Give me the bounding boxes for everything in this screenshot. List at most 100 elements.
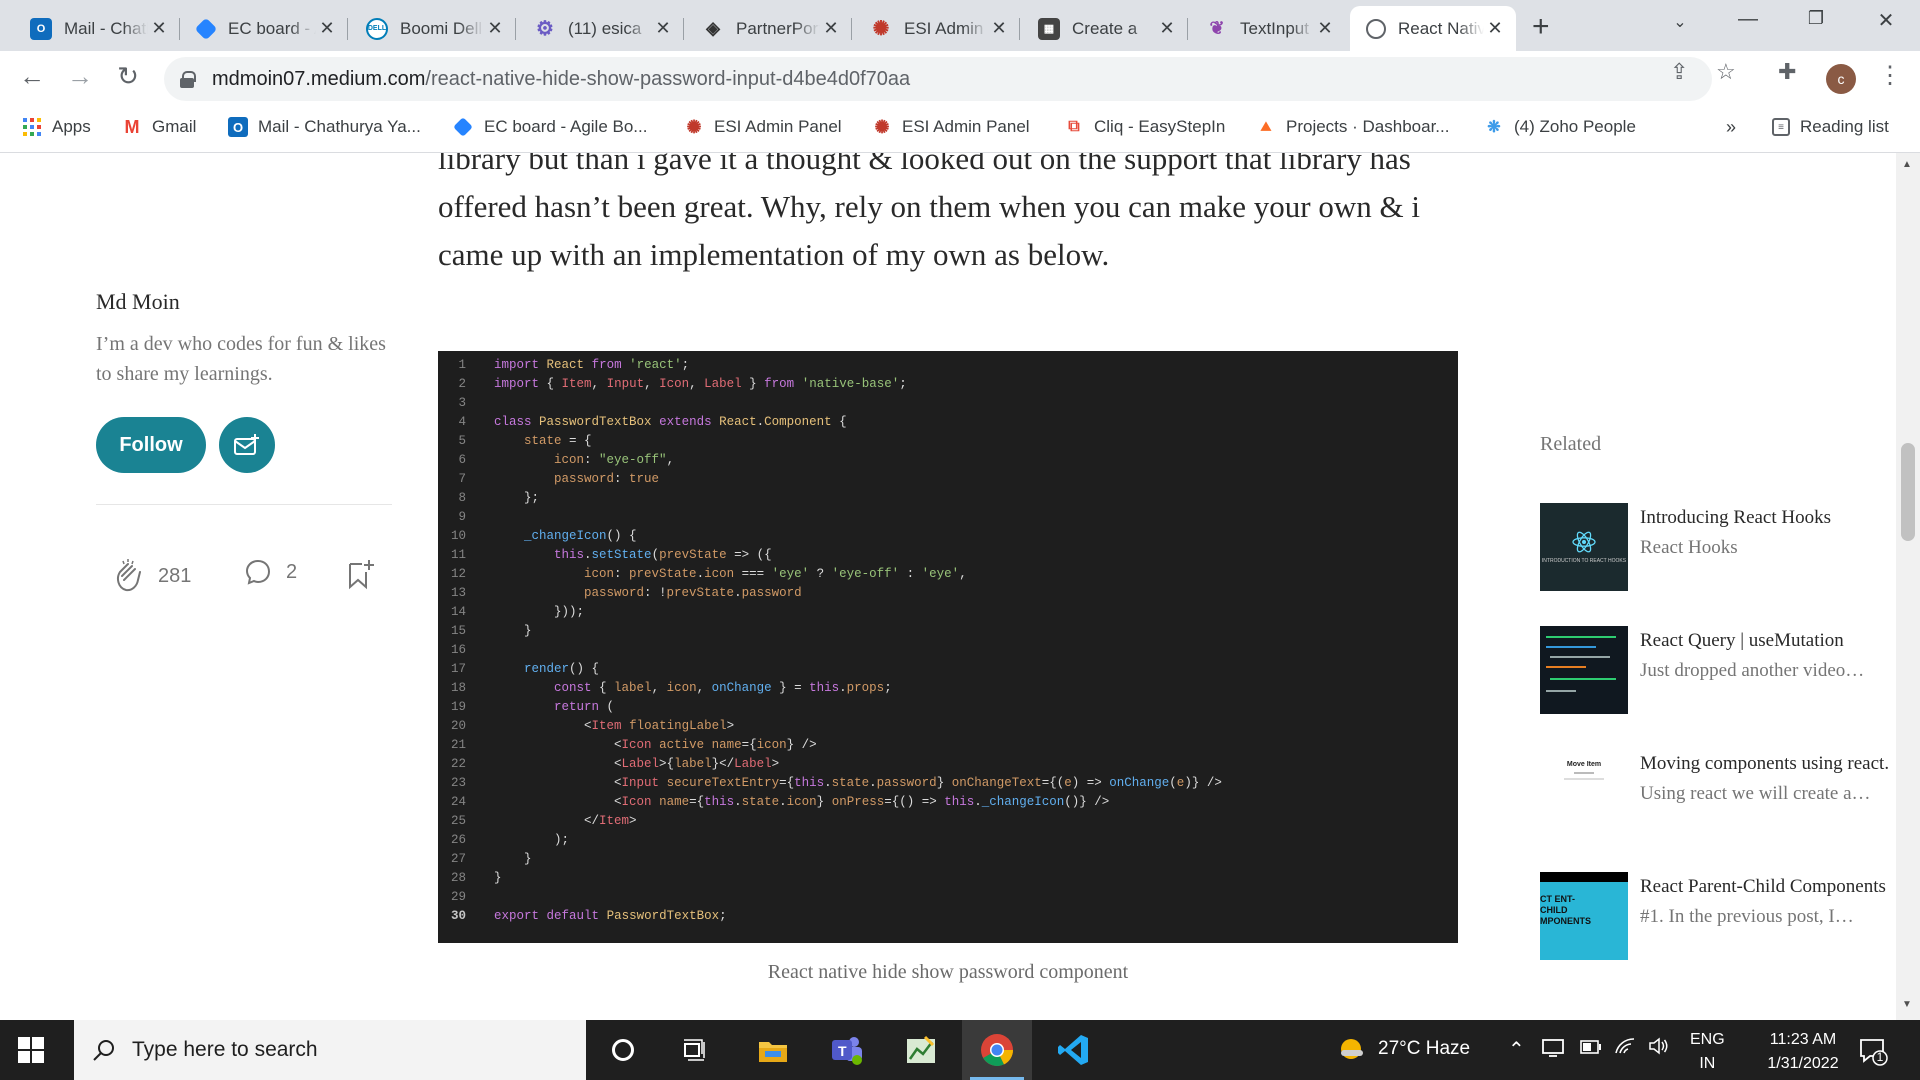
esi-icon: ✺ [686, 116, 702, 137]
comments-button[interactable]: 2 [244, 558, 297, 586]
bookmark-gmail[interactable]: M Gmail [122, 117, 197, 137]
chrome-icon[interactable] [962, 1020, 1032, 1080]
scroll-up-icon[interactable]: ▲ [1902, 159, 1912, 170]
volume-icon[interactable] [1648, 1037, 1670, 1061]
new-tab-button[interactable]: + [1532, 10, 1550, 44]
subscribe-button[interactable] [219, 417, 275, 473]
reading-list-button[interactable]: ≡ Reading list [1772, 117, 1889, 137]
tab-boomi[interactable]: DELL Boomi Dell ✕ [350, 6, 516, 51]
bookmark-apps[interactable]: Apps [22, 117, 91, 137]
system-clock[interactable]: 11:23 AM 1/31/2022 [1748, 1028, 1858, 1076]
bookmark-cliq[interactable]: ⧉ Cliq - EasyStepIn [1064, 117, 1225, 137]
back-arrow-icon[interactable]: ← [14, 61, 50, 92]
forward-arrow-icon[interactable]: → [62, 61, 98, 92]
tab-textinput[interactable]: ❦ TextInput ✕ [1190, 6, 1346, 51]
code-line: 6 icon: "eye-off", [438, 451, 1458, 470]
related-thumbnail[interactable]: Move Item [1540, 749, 1628, 837]
close-icon[interactable]: ✕ [1314, 18, 1336, 39]
bookmark-mail[interactable]: O Mail - Chathurya Ya... [228, 117, 421, 137]
close-icon[interactable]: ✕ [316, 18, 338, 39]
code-text: </Item> [494, 814, 637, 828]
tab-create[interactable]: ▦ Create a ✕ [1022, 6, 1188, 51]
tab-search-icon[interactable]: ⌄ [1660, 12, 1700, 32]
bookmarks-more-button[interactable]: » [1726, 117, 1736, 138]
bookmark-gitlab[interactable]: ⯅ Projects · Dashboar... [1256, 116, 1450, 137]
window-close-button[interactable]: ✕ [1866, 8, 1906, 33]
weather-widget[interactable]: 27°C Haze [1336, 1034, 1470, 1064]
vscode-icon[interactable] [1038, 1020, 1108, 1080]
extensions-puzzle-icon[interactable]: ✚ [1778, 59, 1796, 85]
share-icon[interactable]: ⇪ [1670, 59, 1688, 85]
bookmark-zoho[interactable]: ❋ (4) Zoho People [1484, 117, 1636, 137]
related-thumbnail[interactable]: CT ENT-CHILD MPONENTS [1540, 872, 1628, 960]
tab-mail[interactable]: O Mail - Chathurya ✕ [14, 6, 180, 51]
clap-button[interactable]: 281 [110, 558, 191, 594]
react-logo-icon [1572, 531, 1596, 553]
scrollbar-thumb[interactable] [1901, 443, 1915, 541]
save-bookmark-button[interactable] [346, 558, 376, 590]
close-icon[interactable]: ✕ [484, 18, 506, 39]
tab-react-native[interactable]: React Native ✕ [1350, 6, 1516, 51]
author-name[interactable]: Md Moin [96, 289, 180, 315]
gitlab-icon: ⯅ [1258, 116, 1274, 137]
related-title[interactable]: React Query | useMutation [1640, 626, 1890, 656]
related-item[interactable]: CT ENT-CHILD MPONENTS React Parent-Child… [1540, 872, 1890, 960]
related-title[interactable]: Moving components using react. [1640, 749, 1890, 779]
code-line: 2 import { Item, Input, Icon, Label } fro… [438, 375, 1458, 394]
profile-avatar[interactable]: c [1826, 64, 1856, 94]
bookmark-ec-board[interactable]: EC board - Agile Bo... [453, 117, 647, 137]
screen-share-icon[interactable] [1542, 1037, 1564, 1063]
scroll-down-icon[interactable]: ▼ [1902, 999, 1912, 1010]
reload-icon[interactable]: ↻ [110, 61, 146, 92]
svg-text:T: T [838, 1043, 847, 1059]
wifi-icon[interactable] [1614, 1037, 1636, 1061]
related-thumbnail[interactable] [1540, 626, 1628, 714]
tab-partner[interactable]: ◈ PartnerPortal ✕ [686, 6, 852, 51]
close-icon[interactable]: ✕ [820, 18, 842, 39]
code-caption: React native hide show password componen… [767, 961, 1129, 983]
esi-icon: ✺ [872, 18, 890, 40]
windows-start-icon[interactable] [18, 1037, 44, 1063]
bookmark-esi-admin-1[interactable]: ✺ ESI Admin Panel [684, 116, 841, 137]
lock-icon[interactable] [180, 71, 196, 88]
file-explorer-icon[interactable] [738, 1020, 808, 1080]
related-title[interactable]: Introducing React Hooks [1640, 503, 1890, 533]
related-title[interactable]: React Parent-Child Components [1640, 872, 1890, 902]
bookmark-label: Mail - Chathurya Ya... [258, 117, 421, 136]
menu-kebab-icon[interactable]: ⋮ [1878, 61, 1902, 90]
related-subtitle: React Hooks [1640, 537, 1738, 558]
follow-button[interactable]: Follow [96, 417, 206, 473]
code-line: 23 <Input secureTextEntry={this.state.pa… [438, 774, 1458, 793]
language-indicator[interactable]: ENG IN [1690, 1028, 1725, 1076]
close-icon[interactable]: ✕ [988, 18, 1010, 39]
related-item[interactable]: INTRODUCTION TO REACT HOOKS Introducing … [1540, 503, 1890, 591]
close-icon[interactable]: ✕ [1484, 18, 1506, 39]
close-icon[interactable]: ✕ [1156, 18, 1178, 39]
gear-icon: ⚙ [536, 18, 554, 40]
tab-esica[interactable]: ⚙ (11) esica ✕ [518, 6, 684, 51]
line-number: 30 [450, 909, 466, 923]
tab-ec-board[interactable]: EC board - Agile ✕ [182, 6, 348, 51]
close-icon[interactable]: ✕ [652, 18, 674, 39]
code-line: 18 const { label, icon, onChange } = thi… [438, 679, 1458, 698]
teams-icon[interactable]: T [812, 1020, 882, 1080]
address-bar[interactable]: mdmoin07.medium.com/react-native-hide-sh… [164, 57, 1712, 101]
close-icon[interactable]: ✕ [148, 18, 170, 39]
chart-app-icon[interactable] [886, 1020, 956, 1080]
page-content: library but than i gave it a thought & l… [0, 153, 1920, 1020]
taskbar-search-box[interactable]: Type here to search [74, 1020, 586, 1080]
minimize-button[interactable]: — [1728, 8, 1768, 31]
cortana-icon[interactable] [588, 1020, 658, 1080]
restore-button[interactable]: ❐ [1796, 8, 1836, 29]
tab-esi-admin[interactable]: ✺ ESI Admin Panel ✕ [854, 6, 1020, 51]
tray-overflow-icon[interactable]: ⌃ [1508, 1037, 1525, 1062]
notification-center-icon[interactable]: 1 [1858, 1036, 1888, 1066]
vertical-scrollbar[interactable]: ▲ ▼ [1896, 153, 1920, 1020]
related-item[interactable]: React Query | useMutation Just dropped a… [1540, 626, 1890, 714]
task-view-icon[interactable] [660, 1020, 730, 1080]
battery-icon[interactable] [1580, 1037, 1602, 1060]
related-item[interactable]: Move Item Moving components using react.… [1540, 749, 1890, 837]
bookmark-star-icon[interactable]: ☆ [1716, 59, 1736, 85]
bookmark-esi-admin-2[interactable]: ✺ ESI Admin Panel [872, 117, 1029, 137]
related-thumbnail[interactable]: INTRODUCTION TO REACT HOOKS [1540, 503, 1628, 591]
